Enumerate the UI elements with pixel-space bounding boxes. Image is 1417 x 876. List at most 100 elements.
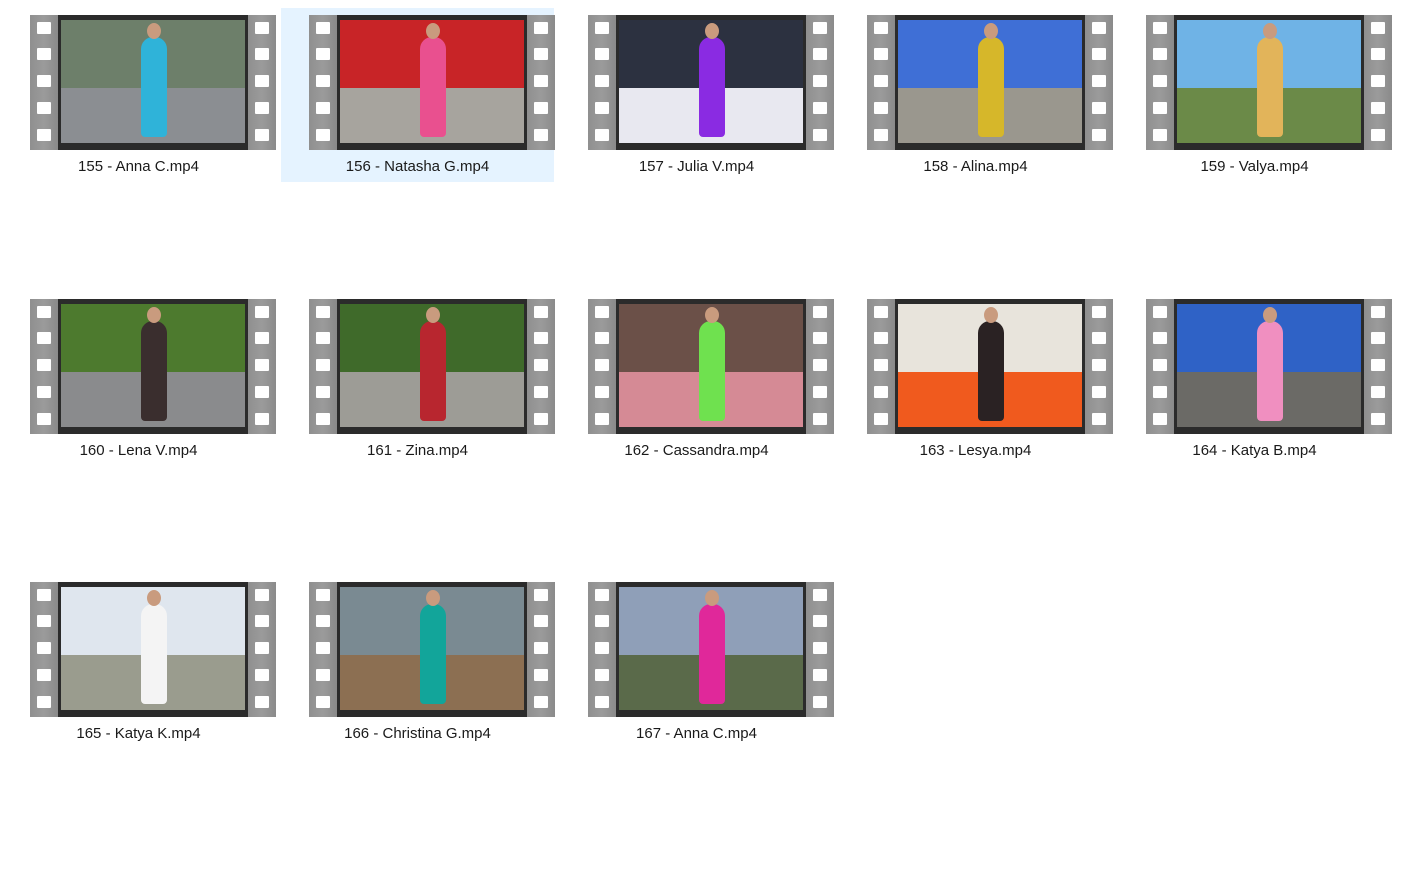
file-item[interactable]: 155 - Anna C.mp4 bbox=[2, 8, 276, 182]
film-strip-right bbox=[806, 582, 834, 717]
file-item[interactable]: 158 - Alina.mp4 bbox=[839, 8, 1113, 182]
film-strip-right bbox=[527, 582, 555, 717]
film-strip-left bbox=[867, 15, 895, 150]
film-strip-left bbox=[30, 582, 58, 717]
thumbnail-figure-head bbox=[147, 23, 161, 39]
film-sprocket-hole bbox=[1153, 22, 1167, 34]
film-sprocket-hole bbox=[1092, 359, 1106, 371]
film-sprocket-hole bbox=[813, 589, 827, 601]
video-thumbnail-icon bbox=[1146, 299, 1392, 434]
film-frame bbox=[895, 15, 1085, 150]
film-sprocket-hole bbox=[595, 386, 609, 398]
film-sprocket-hole bbox=[1153, 129, 1167, 141]
thumbnail-figure bbox=[420, 321, 446, 421]
film-sprocket-hole bbox=[1153, 102, 1167, 114]
film-sprocket-hole bbox=[534, 413, 548, 425]
film-sprocket-hole bbox=[316, 102, 330, 114]
film-frame bbox=[616, 582, 806, 717]
file-name: 166 - Christina G.mp4 bbox=[344, 725, 491, 742]
file-item[interactable]: 167 - Anna C.mp4 bbox=[560, 575, 834, 749]
film-sprocket-hole bbox=[316, 306, 330, 318]
film-sprocket-hole bbox=[255, 386, 269, 398]
film-sprocket-hole bbox=[595, 22, 609, 34]
film-frame bbox=[895, 299, 1085, 434]
thumbnail-figure bbox=[141, 321, 167, 421]
film-sprocket-hole bbox=[255, 669, 269, 681]
file-item[interactable]: 163 - Lesya.mp4 bbox=[839, 292, 1113, 466]
file-name: 160 - Lena V.mp4 bbox=[79, 442, 198, 459]
thumbnail-image bbox=[619, 304, 803, 427]
film-strip-right bbox=[248, 299, 276, 434]
film-sprocket-hole bbox=[316, 642, 330, 654]
film-sprocket-hole bbox=[255, 75, 269, 87]
film-sprocket-hole bbox=[37, 332, 51, 344]
film-sprocket-hole bbox=[37, 359, 51, 371]
film-frame bbox=[58, 582, 248, 717]
file-name: 163 - Lesya.mp4 bbox=[919, 442, 1032, 459]
thumbnail-image bbox=[340, 304, 524, 427]
file-item[interactable]: 161 - Zina.mp4 bbox=[281, 292, 555, 466]
film-frame bbox=[1174, 15, 1364, 150]
film-sprocket-hole bbox=[534, 615, 548, 627]
film-sprocket-hole bbox=[813, 696, 827, 708]
file-name: 159 - Valya.mp4 bbox=[1200, 158, 1309, 175]
film-strip-right bbox=[1085, 15, 1113, 150]
film-sprocket-hole bbox=[874, 22, 888, 34]
thumbnail-figure-head bbox=[705, 307, 719, 323]
file-name: 167 - Anna C.mp4 bbox=[636, 725, 757, 742]
file-item[interactable]: 165 - Katya K.mp4 bbox=[2, 575, 276, 749]
thumbnail-figure-head bbox=[147, 307, 161, 323]
film-sprocket-hole bbox=[255, 589, 269, 601]
file-name: 162 - Cassandra.mp4 bbox=[624, 442, 769, 459]
film-sprocket-hole bbox=[316, 696, 330, 708]
thumbnail-figure bbox=[699, 604, 725, 704]
film-sprocket-hole bbox=[37, 306, 51, 318]
file-item[interactable]: 164 - Katya B.mp4 bbox=[1118, 292, 1392, 466]
film-sprocket-hole bbox=[37, 642, 51, 654]
film-sprocket-hole bbox=[1092, 386, 1106, 398]
file-item[interactable]: 156 - Natasha G.mp4 bbox=[281, 8, 555, 182]
film-sprocket-hole bbox=[534, 129, 548, 141]
file-item[interactable]: 159 - Valya.mp4 bbox=[1118, 8, 1392, 182]
film-sprocket-hole bbox=[1092, 306, 1106, 318]
film-sprocket-hole bbox=[316, 22, 330, 34]
film-frame bbox=[616, 15, 806, 150]
video-thumbnail-icon bbox=[588, 15, 834, 150]
film-sprocket-hole bbox=[316, 615, 330, 627]
thumbnail-figure-head bbox=[1263, 307, 1277, 323]
thumbnail-figure bbox=[420, 604, 446, 704]
film-sprocket-hole bbox=[316, 48, 330, 60]
film-frame bbox=[337, 15, 527, 150]
film-sprocket-hole bbox=[1153, 359, 1167, 371]
film-sprocket-hole bbox=[595, 102, 609, 114]
film-sprocket-hole bbox=[255, 48, 269, 60]
thumbnail-image bbox=[898, 304, 1082, 427]
film-sprocket-hole bbox=[255, 615, 269, 627]
film-sprocket-hole bbox=[1153, 306, 1167, 318]
film-sprocket-hole bbox=[37, 129, 51, 141]
film-sprocket-hole bbox=[1153, 332, 1167, 344]
thumbnail-image bbox=[619, 20, 803, 143]
film-frame bbox=[58, 299, 248, 434]
film-frame bbox=[337, 299, 527, 434]
video-thumbnail-icon bbox=[1146, 15, 1392, 150]
thumbnail-figure bbox=[699, 321, 725, 421]
film-sprocket-hole bbox=[1371, 386, 1385, 398]
film-sprocket-hole bbox=[255, 642, 269, 654]
film-frame bbox=[58, 15, 248, 150]
file-item[interactable]: 166 - Christina G.mp4 bbox=[281, 575, 555, 749]
film-sprocket-hole bbox=[1371, 48, 1385, 60]
film-sprocket-hole bbox=[813, 359, 827, 371]
film-sprocket-hole bbox=[534, 696, 548, 708]
film-sprocket-hole bbox=[1153, 386, 1167, 398]
thumbnail-figure-head bbox=[426, 307, 440, 323]
thumbnail-figure bbox=[699, 37, 725, 137]
video-thumbnail-icon bbox=[309, 15, 555, 150]
film-sprocket-hole bbox=[255, 359, 269, 371]
file-item[interactable]: 157 - Julia V.mp4 bbox=[560, 8, 834, 182]
film-strip-right bbox=[248, 582, 276, 717]
file-item[interactable]: 160 - Lena V.mp4 bbox=[2, 292, 276, 466]
film-sprocket-hole bbox=[595, 306, 609, 318]
film-sprocket-hole bbox=[1092, 48, 1106, 60]
file-item[interactable]: 162 - Cassandra.mp4 bbox=[560, 292, 834, 466]
